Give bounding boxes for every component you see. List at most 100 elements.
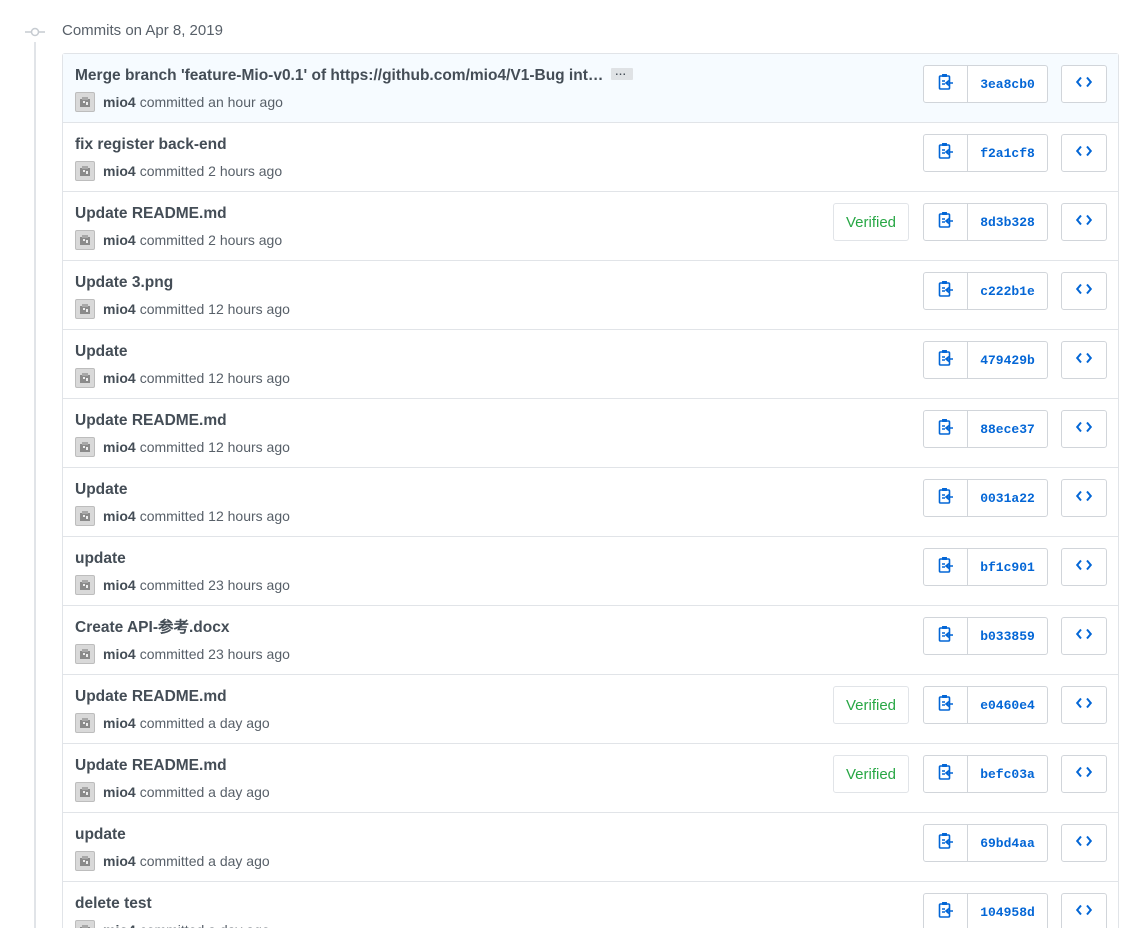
commit-row: update mio4 committed 23 hours ago bf1c9… (63, 537, 1118, 606)
browse-repository-button[interactable] (1061, 134, 1107, 172)
commit-message-link[interactable]: Update (75, 481, 128, 498)
commit-message-link[interactable]: update (75, 826, 126, 843)
copy-sha-button[interactable] (924, 66, 968, 102)
author-link[interactable]: mio4 (103, 782, 136, 802)
browse-repository-button[interactable] (1061, 479, 1107, 517)
commit-sha-link[interactable]: 69bd4aa (968, 825, 1047, 861)
commit-meta: mio4 committed 23 hours ago (75, 575, 290, 595)
commit-sha-link[interactable]: 3ea8cb0 (968, 66, 1047, 102)
commit-sha-link[interactable]: b033859 (968, 618, 1047, 654)
author-link[interactable]: mio4 (103, 713, 136, 733)
browse-repository-button[interactable] (1061, 824, 1107, 862)
avatar[interactable] (75, 161, 95, 181)
author-link[interactable]: mio4 (103, 92, 136, 112)
browse-repository-button[interactable] (1061, 272, 1107, 310)
author-link[interactable]: mio4 (103, 299, 136, 319)
avatar[interactable] (75, 644, 95, 664)
clippy-icon (938, 625, 954, 648)
copy-sha-button[interactable] (924, 411, 968, 447)
copy-sha-button[interactable] (924, 273, 968, 309)
commit-message-link[interactable]: Update (75, 343, 128, 360)
browse-repository-button[interactable] (1061, 686, 1107, 724)
avatar[interactable] (75, 299, 95, 319)
commit-message-link[interactable]: Merge branch 'feature-Mio-v0.1' of https… (75, 67, 603, 84)
author-link[interactable]: mio4 (103, 644, 136, 664)
verified-badge[interactable]: Verified (833, 203, 909, 241)
copy-sha-button[interactable] (924, 756, 968, 792)
commit-message-link[interactable]: Update README.md (75, 757, 227, 774)
verified-badge[interactable]: Verified (833, 686, 909, 724)
commit-title-container: fix register back-end (75, 135, 227, 155)
verified-badge[interactable]: Verified (833, 755, 909, 793)
code-icon (1075, 627, 1093, 645)
author-link[interactable]: mio4 (103, 161, 136, 181)
sha-button-group: 8d3b328 (923, 203, 1048, 241)
author-link[interactable]: mio4 (103, 437, 136, 457)
browse-repository-button[interactable] (1061, 548, 1107, 586)
browse-repository-button[interactable] (1061, 65, 1107, 103)
commit-message-link[interactable]: Update 3.png (75, 274, 173, 291)
browse-repository-button[interactable] (1061, 617, 1107, 655)
copy-sha-button[interactable] (924, 894, 968, 928)
commit-sha-link[interactable]: 104958d (968, 894, 1047, 928)
author-link[interactable]: mio4 (103, 575, 136, 595)
commit-sha-link[interactable]: 8d3b328 (968, 204, 1047, 240)
commit-action-text: committed (139, 439, 205, 455)
relative-time: 12 hours ago (208, 439, 290, 455)
author-link[interactable]: mio4 (103, 851, 136, 871)
commit-sha-link[interactable]: 0031a22 (968, 480, 1047, 516)
commit-row: Merge branch 'feature-Mio-v0.1' of https… (63, 54, 1118, 123)
avatar[interactable] (75, 437, 95, 457)
commit-sha-link[interactable]: e0460e4 (968, 687, 1047, 723)
commit-sha-link[interactable]: c222b1e (968, 273, 1047, 309)
browse-repository-button[interactable] (1061, 410, 1107, 448)
commit-sha-link[interactable]: befc03a (968, 756, 1047, 792)
commit-message-link[interactable]: delete test (75, 895, 152, 912)
author-link[interactable]: mio4 (103, 920, 136, 928)
browse-repository-button[interactable] (1061, 893, 1107, 928)
commit-message-link[interactable]: Update README.md (75, 412, 227, 429)
avatar[interactable] (75, 506, 95, 526)
code-icon (1075, 351, 1093, 369)
commit-row: Update README.md mio4 committed 2 hours … (63, 192, 1118, 261)
avatar[interactable] (75, 368, 95, 388)
commit-message-link[interactable]: Update README.md (75, 688, 227, 705)
commit-message-link[interactable]: fix register back-end (75, 136, 227, 153)
copy-sha-button[interactable] (924, 549, 968, 585)
author-link[interactable]: mio4 (103, 368, 136, 388)
avatar[interactable] (75, 230, 95, 250)
copy-sha-button[interactable] (924, 342, 968, 378)
sha-button-group: 104958d (923, 893, 1048, 928)
commit-message-link[interactable]: Update README.md (75, 205, 227, 222)
browse-repository-button[interactable] (1061, 755, 1107, 793)
author-link[interactable]: mio4 (103, 506, 136, 526)
avatar[interactable] (75, 575, 95, 595)
copy-sha-button[interactable] (924, 825, 968, 861)
commit-message-link[interactable]: update (75, 550, 126, 567)
commit-sha-link[interactable]: 88ece37 (968, 411, 1047, 447)
clippy-icon (938, 694, 954, 717)
commit-sha-link[interactable]: f2a1cf8 (968, 135, 1047, 171)
ellipsis-expander-button[interactable]: ... (611, 67, 634, 80)
browse-repository-button[interactable] (1061, 341, 1107, 379)
sha-button-group: b033859 (923, 617, 1048, 655)
commit-message-link[interactable]: Create API-参考.docx (75, 619, 229, 636)
sha-button-group: f2a1cf8 (923, 134, 1048, 172)
commit-title-container: Create API-参考.docx (75, 618, 229, 638)
commit-sha-link[interactable]: 479429b (968, 342, 1047, 378)
avatar[interactable] (75, 851, 95, 871)
avatar[interactable] (75, 92, 95, 112)
author-link[interactable]: mio4 (103, 230, 136, 250)
copy-sha-button[interactable] (924, 687, 968, 723)
avatar[interactable] (75, 782, 95, 802)
clippy-icon (938, 280, 954, 303)
avatar[interactable] (75, 920, 95, 928)
avatar[interactable] (75, 713, 95, 733)
copy-sha-button[interactable] (924, 135, 968, 171)
copy-sha-button[interactable] (924, 618, 968, 654)
commit-sha-link[interactable]: bf1c901 (968, 549, 1047, 585)
commit-title-container: Merge branch 'feature-Mio-v0.1' of https… (75, 66, 634, 86)
copy-sha-button[interactable] (924, 204, 968, 240)
copy-sha-button[interactable] (924, 480, 968, 516)
browse-repository-button[interactable] (1061, 203, 1107, 241)
